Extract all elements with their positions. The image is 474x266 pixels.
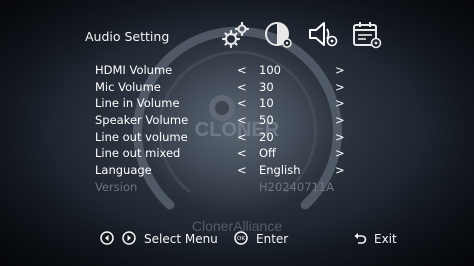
setting-value: 10 <box>259 96 274 111</box>
settings-list: HDMI Volume < 100 > Mic Volume < 30 > Li… <box>95 63 355 197</box>
setting-row-line-in-volume[interactable]: Line in Volume < 10 > <box>95 96 355 113</box>
enter-hint: Enter <box>256 232 289 246</box>
setting-label: Language <box>95 163 152 178</box>
speaker-settings-icon <box>309 22 338 47</box>
setting-value: 100 <box>259 63 281 77</box>
tab-general-settings[interactable] <box>218 18 252 52</box>
decrease-arrow[interactable]: < <box>237 130 247 144</box>
ok-button-icon: OK <box>234 231 248 245</box>
setting-value: English <box>259 163 301 178</box>
setting-value: 20 <box>259 129 274 144</box>
decrease-arrow[interactable]: < <box>237 80 247 94</box>
setting-row-line-out-mixed[interactable]: Line out mixed < Off > <box>95 146 355 163</box>
setting-value: Off <box>259 146 276 161</box>
setting-row-mic-volume[interactable]: Mic Volume < 30 > <box>95 80 355 97</box>
version-value: H20240711A <box>259 179 335 194</box>
setting-label: Speaker Volume <box>95 113 189 128</box>
tab-audio-settings[interactable] <box>306 18 340 52</box>
setting-label: Line in Volume <box>95 96 180 111</box>
setting-label: Line out volume <box>95 129 188 144</box>
setting-value: 50 <box>259 113 274 128</box>
setting-label: HDMI Volume <box>95 63 173 77</box>
decrease-arrow[interactable]: < <box>237 163 247 177</box>
page-title: Audio Setting <box>85 29 170 44</box>
increase-arrow[interactable]: > <box>335 130 345 144</box>
display-settings-icon <box>265 22 292 48</box>
setting-row-line-out-volume[interactable]: Line out volume < 20 > <box>95 130 355 147</box>
increase-arrow[interactable]: > <box>335 163 345 177</box>
decrease-arrow[interactable]: < <box>237 146 247 160</box>
increase-arrow[interactable]: > <box>335 113 345 127</box>
increase-arrow[interactable]: > <box>335 80 345 94</box>
right-arrow-button-icon <box>122 231 136 245</box>
setting-label: Mic Volume <box>95 79 161 94</box>
increase-arrow[interactable]: > <box>335 146 345 160</box>
select-menu-hint: Select Menu <box>144 232 218 246</box>
exit-hint: Exit <box>374 232 397 246</box>
tab-schedule-settings[interactable] <box>350 18 384 52</box>
left-arrow-button-icon <box>100 231 114 245</box>
tab-display-settings[interactable] <box>262 18 296 52</box>
setting-row-version: Version H20240711A <box>95 180 355 197</box>
setting-row-speaker-volume[interactable]: Speaker Volume < 50 > <box>95 113 355 130</box>
footer-hint-bar: Select Menu OK Enter Exit <box>0 228 474 250</box>
setting-label: Line out mixed <box>95 146 181 161</box>
increase-arrow[interactable]: > <box>335 96 345 110</box>
setting-row-hdmi-volume[interactable]: HDMI Volume < 100 > <box>95 63 355 80</box>
decrease-arrow[interactable]: < <box>237 96 247 110</box>
setting-value: 30 <box>259 79 274 94</box>
gears-icon <box>221 21 250 49</box>
setting-row-language[interactable]: Language < English > <box>95 163 355 180</box>
setting-label: Version <box>95 179 138 194</box>
decrease-arrow[interactable]: < <box>237 63 247 77</box>
back-arrow-icon <box>353 231 367 245</box>
osd-screen: CLONER ClonerAlliance Audio Setting HDMI… <box>0 0 474 266</box>
increase-arrow[interactable]: > <box>335 63 345 77</box>
calendar-settings-icon <box>353 22 382 49</box>
decrease-arrow[interactable]: < <box>237 113 247 127</box>
svg-text:OK: OK <box>237 236 245 242</box>
